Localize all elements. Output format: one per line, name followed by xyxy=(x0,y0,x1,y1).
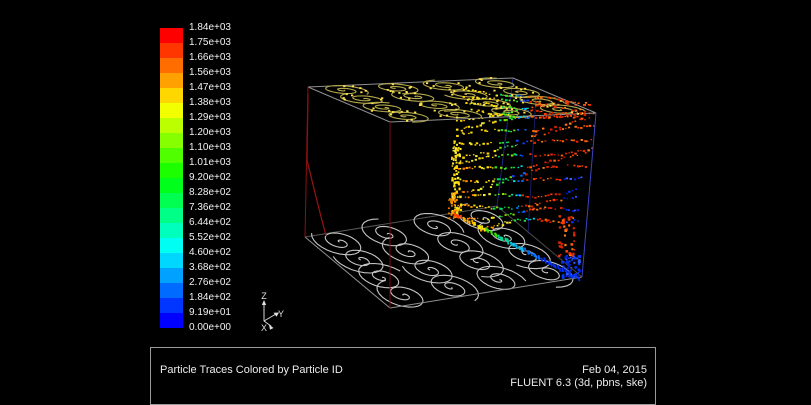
caption-box: Particle Traces Colored by Particle ID F… xyxy=(150,347,656,405)
left-wall-particle-traces xyxy=(307,94,326,236)
colorbar-band xyxy=(160,298,183,313)
colorbar-band xyxy=(160,313,183,328)
box-edge-bottom-front-left xyxy=(305,237,390,308)
box-top-edges xyxy=(308,78,596,122)
particle-trace-row xyxy=(454,196,577,210)
colorbar-band xyxy=(160,133,183,148)
colorbar-label: 1.66e+03 xyxy=(189,53,231,63)
colorbar-band xyxy=(160,58,183,73)
colorbar-band xyxy=(160,103,183,118)
colorbar-label: 2.76e+02 xyxy=(189,278,231,288)
colorbar-label: 1.01e+03 xyxy=(189,158,231,168)
colorbar-label: 9.20e+02 xyxy=(189,173,231,183)
swirl-trace xyxy=(312,233,361,255)
colorbar-label: 1.10e+03 xyxy=(189,143,231,153)
particle-trace-row xyxy=(456,147,593,167)
y-axis-line xyxy=(264,314,276,321)
colorbar-band xyxy=(160,118,183,133)
colorbar-label: 1.84e+03 xyxy=(189,23,231,33)
box-bottom-front-edges xyxy=(305,237,582,308)
particle-curtain xyxy=(453,102,594,232)
caption-date: Feb 04, 2015 xyxy=(510,364,647,377)
particle-trace-row xyxy=(455,139,592,159)
colorbar-label: 3.68e+02 xyxy=(189,263,231,273)
caption-solver: FLUENT 6.3 (3d, pbns, ske) xyxy=(510,377,647,390)
swirl-trace xyxy=(392,92,434,101)
colorbar-band xyxy=(160,223,183,238)
scene-3d-view[interactable]: Z Y X xyxy=(0,0,811,405)
colorbar-label: 7.36e+02 xyxy=(189,203,231,213)
x-axis-label: X xyxy=(261,323,267,333)
colorbar-label: 5.52e+02 xyxy=(189,233,231,243)
swirl-trace xyxy=(359,264,401,288)
swirl-trace xyxy=(478,222,525,248)
caption-meta: Feb 04, 2015 FLUENT 6.3 (3d, pbns, ske) xyxy=(510,364,647,389)
colorbar-label: 1.84e+02 xyxy=(189,293,231,303)
swirl-trace xyxy=(362,219,407,246)
axis-triad: Z Y X xyxy=(261,291,284,333)
colorbar-band xyxy=(160,148,183,163)
colorbar-label: 8.28e+02 xyxy=(189,188,231,198)
box-edge-bottom-front-right xyxy=(390,277,582,308)
colorbar-band xyxy=(160,163,183,178)
colorbar-label: 9.19e+01 xyxy=(189,308,231,318)
z-axis-label: Z xyxy=(261,291,267,301)
colorbar-label: 1.47e+03 xyxy=(189,83,231,93)
colorbar-label: 6.44e+02 xyxy=(189,218,231,228)
colorbar-band xyxy=(160,73,183,88)
particle-trace-row xyxy=(454,177,582,195)
colorbar-band xyxy=(160,88,183,103)
colorbar-label: 4.60e+02 xyxy=(189,248,231,258)
colorbar-label: 1.75e+03 xyxy=(189,38,231,48)
colorbar-label: 1.29e+03 xyxy=(189,113,231,123)
caption-title: Particle Traces Colored by Particle ID xyxy=(160,364,343,377)
colorbar-band xyxy=(160,178,183,193)
particle-trace-row xyxy=(453,189,577,200)
colorbar-band xyxy=(160,253,183,268)
box-edge-top-front-left xyxy=(308,87,390,122)
box-vertical-edges xyxy=(305,87,596,308)
box-edge-vertical-back xyxy=(497,78,513,206)
colorbar-band xyxy=(160,208,183,223)
colorbar-band xyxy=(160,268,183,283)
colorbar-band xyxy=(160,28,183,43)
colorbar-label: 1.56e+03 xyxy=(189,68,231,78)
red-particle-trace xyxy=(307,94,326,236)
x-axis-arrow xyxy=(269,325,274,330)
y-axis-label: Y xyxy=(278,309,284,319)
swirl-trace xyxy=(431,275,478,301)
colorbar-label: 1.38e+03 xyxy=(189,98,231,108)
colorbar-label: 0.00e+00 xyxy=(189,323,231,333)
box-edge-vertical-right xyxy=(582,113,596,277)
colorbar-band xyxy=(160,238,183,253)
fluent-graphics-window[interactable]: Z Y X 1.84e+03 1.75e+03 1.66e+03 1.56e+03 1.… xyxy=(0,0,811,405)
colorbar-label: 1.20e+03 xyxy=(189,128,231,138)
colorbar-band xyxy=(160,43,183,58)
colorbar-band xyxy=(160,193,183,208)
colorbar-band xyxy=(160,283,183,298)
